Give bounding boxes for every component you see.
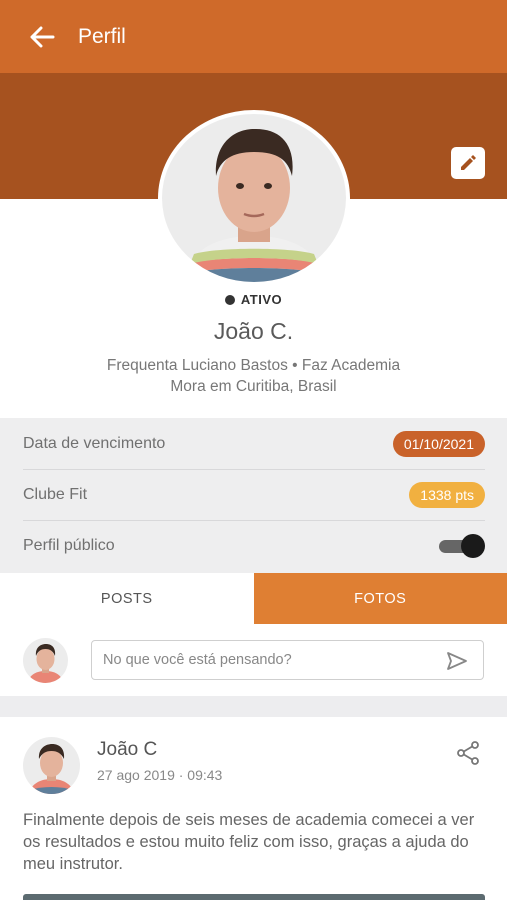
content-tabs: POSTS FOTOS (0, 573, 507, 624)
points-badge: 1338 pts (409, 482, 485, 508)
send-button[interactable] (445, 650, 469, 672)
expiry-date-badge: 01/10/2021 (392, 430, 485, 457)
profile-avatar (158, 110, 350, 286)
arrow-left-icon (30, 26, 55, 47)
club-label: Clube Fit (23, 486, 88, 503)
detail-row-club: Clube Fit 1338 pts (23, 469, 485, 520)
detail-row-expiry: Data de vencimento 01/10/2021 (23, 418, 485, 469)
post-timestamp: 27 ago 2019 · 09:43 (97, 767, 223, 783)
detail-row-public: Perfil público (23, 520, 485, 571)
page-title: Perfil (78, 24, 126, 48)
status-badge: ATIVO (0, 292, 507, 307)
section-divider (0, 696, 507, 717)
send-icon (447, 652, 467, 670)
avatar (23, 638, 68, 683)
post-text: Finalmente depois de seis meses de acade… (23, 811, 475, 873)
pencil-icon (461, 155, 476, 170)
public-profile-toggle[interactable] (439, 534, 485, 558)
status-dot (224, 295, 235, 305)
share-icon (457, 741, 479, 765)
avatar (23, 737, 80, 794)
post-card: João C 27 ago 2019 · 09:43 Finalmente de… (0, 717, 507, 900)
profile-gym-info: Frequenta Luciano Bastos • Faz Academia (106, 357, 401, 374)
tab-posts[interactable]: POSTS (0, 573, 254, 624)
post-input[interactable]: No que você está pensando? (91, 640, 484, 680)
public-profile-label: Perfil público (23, 537, 115, 554)
back-button[interactable] (22, 17, 62, 57)
share-button[interactable] (455, 740, 481, 766)
post-image[interactable] (23, 894, 485, 900)
profile-name: João C. (213, 318, 294, 344)
app-bar: Perfil (0, 0, 507, 73)
profile-details: Data de vencimento 01/10/2021 Clube Fit … (0, 418, 507, 573)
status-text: ATIVO (240, 292, 283, 307)
edit-profile-button[interactable] (451, 147, 485, 179)
toggle-knob (461, 534, 485, 558)
profile-location: Mora em Curitiba, Brasil (170, 378, 337, 395)
post-author: João C (97, 739, 158, 760)
tab-fotos[interactable]: FOTOS (253, 573, 507, 624)
post-input-placeholder: No que você está pensando? (103, 652, 292, 668)
expiry-label: Data de vencimento (23, 434, 166, 452)
post-composer: No que você está pensando? (0, 624, 507, 696)
